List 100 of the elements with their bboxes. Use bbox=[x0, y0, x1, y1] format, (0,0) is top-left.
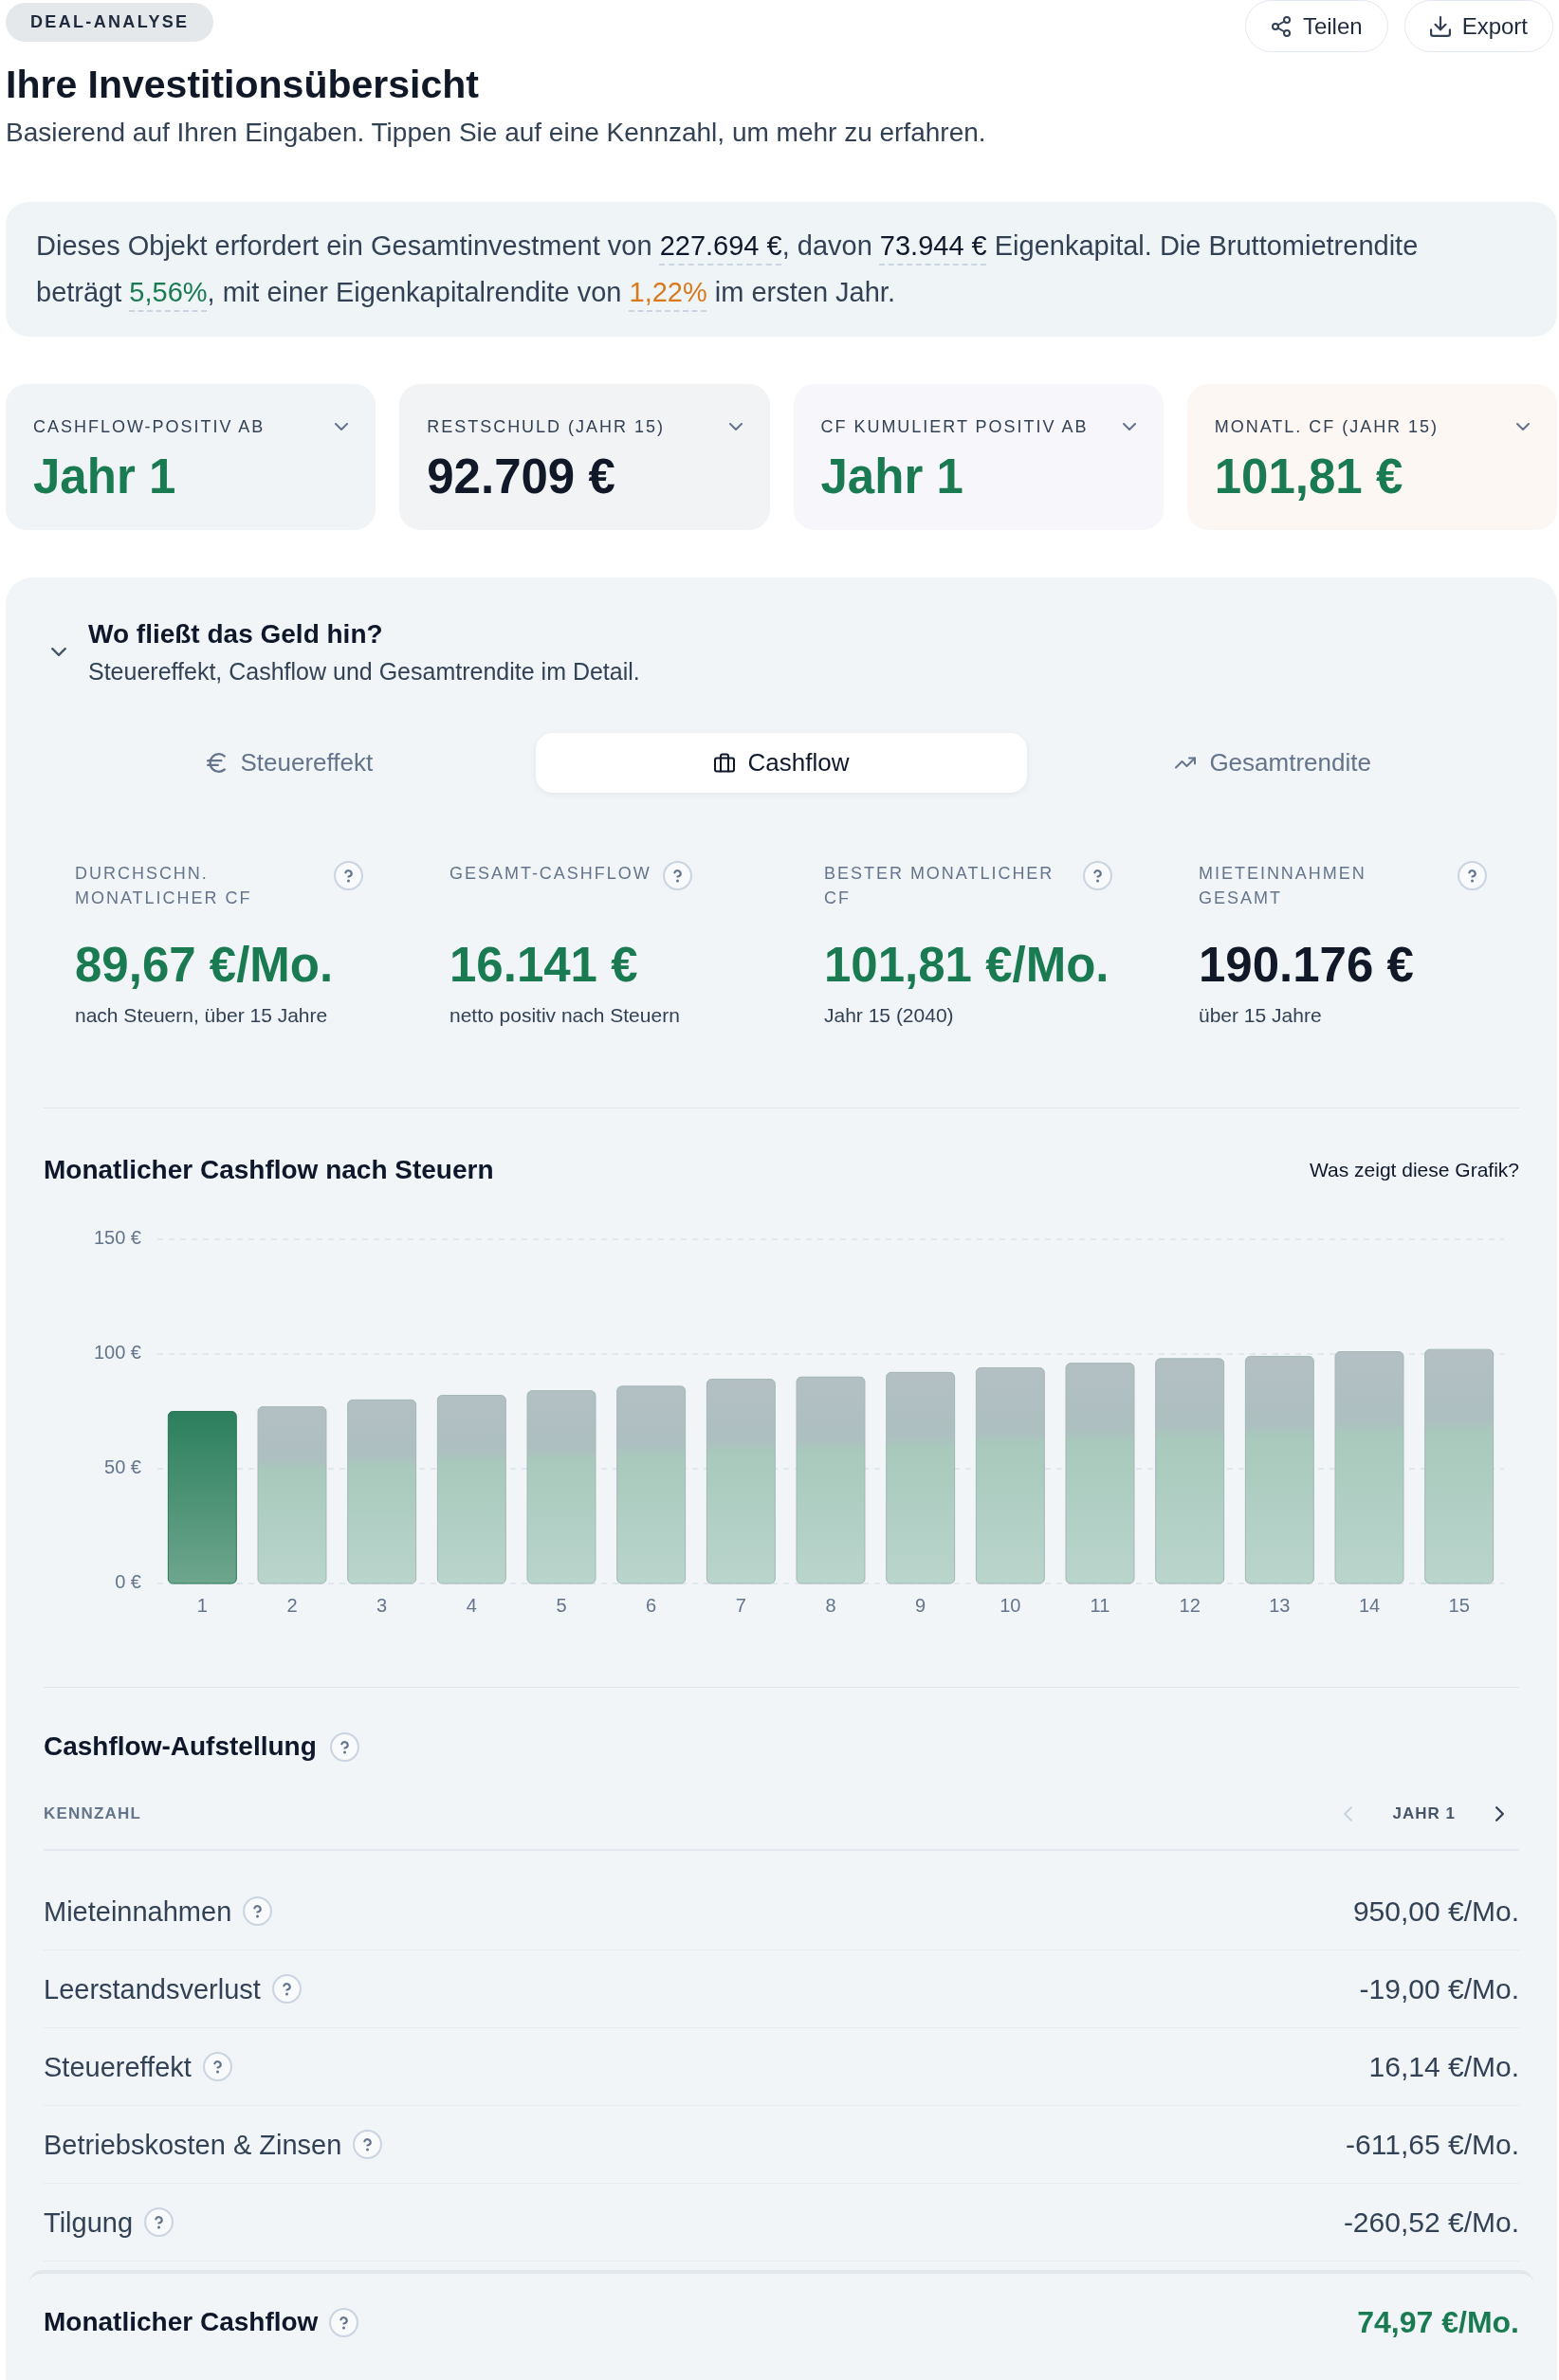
kpi-value: Jahr 1 bbox=[33, 449, 177, 504]
page-subtitle: Basierend auf Ihren Eingaben. Tippen Sie auf eine Kennzahl, um mehr zu erfahren. bbox=[6, 117, 987, 149]
bar[interactable] bbox=[1424, 1348, 1495, 1584]
bar[interactable] bbox=[706, 1379, 776, 1584]
table-title: Cashflow-Aufstellung bbox=[44, 1730, 317, 1763]
bar[interactable] bbox=[796, 1376, 866, 1584]
column-header: KENNZAHL bbox=[44, 1803, 141, 1824]
x-axis-label: 12 bbox=[1179, 1595, 1201, 1617]
metric-value: 101,81 €/Mo. bbox=[824, 939, 1110, 992]
x-axis-label: 5 bbox=[556, 1595, 567, 1617]
chevron-right-icon[interactable] bbox=[1495, 1806, 1504, 1822]
row-label: Mieteinnahmen bbox=[44, 1895, 232, 1928]
bar[interactable] bbox=[1244, 1355, 1314, 1584]
row-value: -611,65 €/Mo. bbox=[1346, 2128, 1519, 2161]
bar[interactable] bbox=[436, 1395, 506, 1584]
share-button[interactable]: Teilen bbox=[1244, 0, 1388, 52]
export-button[interactable]: Export bbox=[1403, 0, 1553, 52]
metric-note: Jahr 15 (2040) bbox=[824, 1003, 955, 1028]
bar[interactable] bbox=[975, 1367, 1045, 1584]
bar[interactable] bbox=[257, 1406, 327, 1584]
year-label: JAHR 1 bbox=[1392, 1803, 1456, 1824]
metric-value: 16.141 € bbox=[449, 939, 639, 992]
kpi-card[interactable]: RESTSCHULD (JAHR 15) 92.709 € bbox=[399, 384, 770, 530]
help-icon[interactable] bbox=[144, 2207, 174, 2237]
y-axis-label: 150 € bbox=[93, 1227, 141, 1249]
metric-link[interactable]: 227.694 € bbox=[659, 230, 782, 261]
chevron-down-icon[interactable] bbox=[51, 648, 66, 656]
kpi-value: 101,81 € bbox=[1214, 449, 1404, 504]
row-value: 950,00 €/Mo. bbox=[1352, 1895, 1519, 1928]
help-icon[interactable] bbox=[243, 1896, 273, 1926]
bar[interactable] bbox=[167, 1411, 237, 1584]
metric-note: netto positiv nach Steuern bbox=[449, 1003, 681, 1028]
row-value: 16,14 €/Mo. bbox=[1368, 2050, 1519, 2083]
briefcase-icon bbox=[713, 753, 735, 773]
row-label: Steuereffekt bbox=[44, 2050, 192, 2083]
x-axis-label: 9 bbox=[915, 1595, 926, 1617]
kpi-label: RESTSCHULD (JAHR 15) bbox=[427, 416, 665, 438]
tab[interactable]: Cashflow bbox=[535, 733, 1028, 793]
share-icon bbox=[1270, 15, 1292, 37]
help-icon[interactable] bbox=[662, 861, 692, 890]
x-axis-label: 4 bbox=[466, 1595, 477, 1617]
bar[interactable] bbox=[1155, 1358, 1225, 1584]
help-icon[interactable] bbox=[329, 1731, 359, 1762]
kpi-card[interactable]: CASHFLOW-POSITIV AB Jahr 1 bbox=[6, 384, 376, 530]
x-axis-label: 2 bbox=[286, 1595, 298, 1617]
x-axis-label: 1 bbox=[196, 1595, 208, 1617]
x-axis-label: 8 bbox=[825, 1595, 836, 1617]
x-axis-label: 15 bbox=[1448, 1595, 1470, 1617]
help-icon[interactable] bbox=[1083, 861, 1112, 890]
download-icon bbox=[1429, 15, 1451, 37]
kpi-value: 92.709 € bbox=[427, 449, 616, 504]
kpi-label: CF KUMULIERT POSITIV AB bbox=[820, 416, 1089, 438]
chart-title: Monatlicher Cashflow nach Steuern bbox=[44, 1154, 494, 1186]
total-label: Monatlicher Cashflow bbox=[44, 2306, 319, 2338]
row-label: Tilgung bbox=[44, 2206, 134, 2239]
x-axis-label: 6 bbox=[646, 1595, 657, 1617]
help-icon[interactable] bbox=[353, 2130, 383, 2159]
badge: DEAL-ANALYSE bbox=[6, 3, 214, 42]
kpi-card[interactable]: MONATL. CF (JAHR 15) 101,81 € bbox=[1186, 384, 1557, 530]
bar[interactable] bbox=[886, 1371, 956, 1584]
page-title: Ihre Investitionsübersicht bbox=[6, 64, 480, 105]
x-axis-label: 14 bbox=[1358, 1595, 1381, 1617]
chart-help-link[interactable]: Was zeigt diese Grafik? bbox=[1310, 1157, 1519, 1183]
x-axis-label: 3 bbox=[376, 1595, 388, 1617]
help-icon[interactable] bbox=[329, 2307, 359, 2337]
x-axis-label: 13 bbox=[1269, 1595, 1291, 1617]
bar[interactable] bbox=[347, 1399, 417, 1584]
metric-label: DURCHSCHN. MONATLICHER CF bbox=[75, 863, 253, 909]
bar[interactable] bbox=[1334, 1351, 1404, 1584]
x-axis-label: 11 bbox=[1090, 1595, 1110, 1617]
row-value: -260,52 €/Mo. bbox=[1343, 2206, 1519, 2239]
bar[interactable] bbox=[1065, 1363, 1135, 1584]
row-label: Betriebskosten & Zinsen bbox=[44, 2128, 342, 2161]
bar[interactable] bbox=[526, 1390, 596, 1584]
metric-note: über 15 Jahre bbox=[1199, 1003, 1323, 1028]
kpi-card[interactable]: CF KUMULIERT POSITIV AB Jahr 1 bbox=[793, 384, 1164, 530]
kpi-value: Jahr 1 bbox=[820, 449, 964, 504]
row-value: -19,00 €/Mo. bbox=[1359, 1972, 1519, 2005]
y-axis-label: 50 € bbox=[104, 1456, 141, 1478]
y-axis-label: 100 € bbox=[93, 1342, 141, 1364]
section-subtitle: Steuereffekt, Cashflow und Gesamtrendite im Detail. bbox=[88, 658, 640, 685]
kpi-label: CASHFLOW-POSITIV AB bbox=[33, 416, 266, 438]
help-icon[interactable] bbox=[202, 2052, 232, 2081]
summary-text: Dieses Objekt erfordert ein Gesamtinvestment von 227.694 €, davon 73.944 € Eigenkapital. Die Bruttomietrendite beträgt 5,56%, mit einer Eigenkapitalrendite von 1,22% im ersten Jahr. bbox=[36, 229, 1420, 309]
help-icon[interactable] bbox=[334, 861, 363, 890]
metric-value: 89,67 €/Mo. bbox=[75, 939, 335, 992]
total-value: 74,97 €/Mo. bbox=[1357, 2306, 1519, 2338]
row-label: Leerstandsverlust bbox=[44, 1972, 261, 2005]
euro-icon bbox=[206, 753, 228, 773]
metric-link[interactable]: 5,56% bbox=[129, 277, 208, 307]
tab[interactable]: Steuereffekt bbox=[44, 733, 536, 793]
tab[interactable]: Gesamtrendite bbox=[1027, 733, 1519, 793]
metric-note: nach Steuern, über 15 Jahre bbox=[75, 1003, 329, 1028]
bar[interactable] bbox=[616, 1385, 687, 1584]
help-icon[interactable] bbox=[1458, 861, 1487, 890]
metric-label: BESTER MONATLICHER CF bbox=[824, 863, 1055, 909]
help-icon[interactable] bbox=[271, 1974, 302, 2004]
metric-link[interactable]: 73.944 € bbox=[879, 230, 987, 261]
x-axis-label: 10 bbox=[1000, 1595, 1021, 1617]
y-axis-label: 0 € bbox=[115, 1571, 141, 1593]
